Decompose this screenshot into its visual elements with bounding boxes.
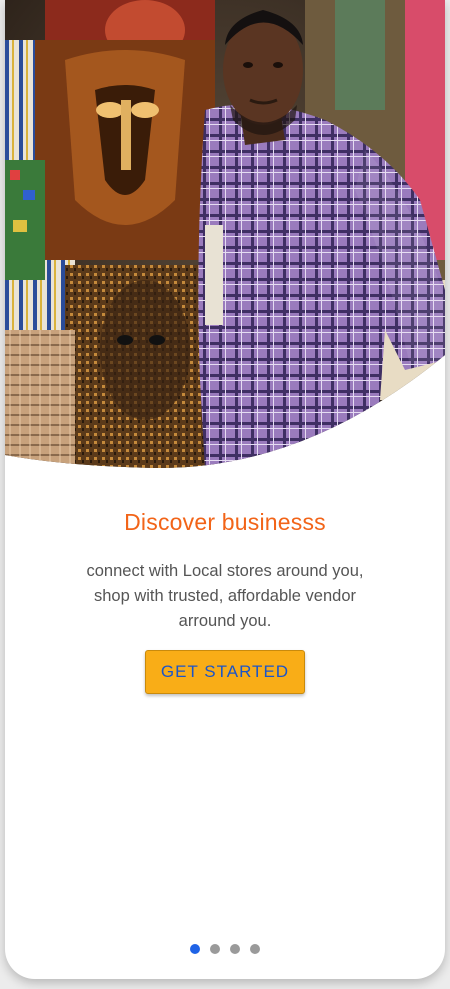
onboarding-title: Discover businesss: [124, 509, 326, 535]
page-dot-4[interactable]: [250, 944, 260, 954]
get-started-button[interactable]: GET STARTED: [145, 650, 305, 694]
page-dot-1-active[interactable]: [190, 944, 200, 954]
page-dot-3[interactable]: [230, 944, 240, 954]
onboarding-screen: Discover businesss connect with Local st…: [5, 0, 445, 979]
onboarding-content: Discover businesss connect with Local st…: [5, 505, 445, 694]
hero-image: [5, 0, 445, 470]
onboarding-description: connect with Local stores around you, sh…: [86, 562, 364, 630]
page-indicator: [5, 944, 445, 954]
hero-photo: [5, 0, 445, 469]
page-dot-2[interactable]: [210, 944, 220, 954]
